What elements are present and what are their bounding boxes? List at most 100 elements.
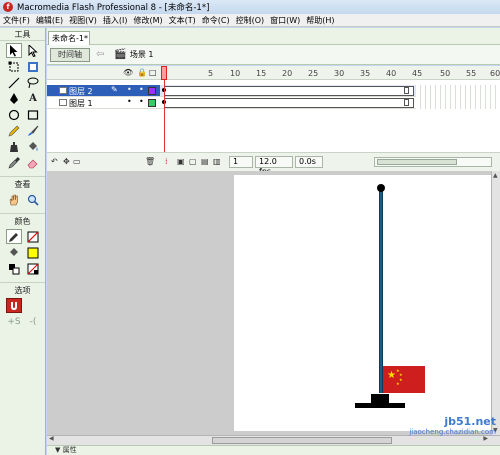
- menu-window[interactable]: 窗口(W): [267, 15, 303, 26]
- swap-colors-icon[interactable]: [25, 261, 41, 276]
- layer-header: 👁 🔒 □: [47, 66, 160, 80]
- flagpole-base-top[interactable]: [371, 394, 389, 403]
- color-tools: [0, 227, 45, 278]
- visibility-dot-icon[interactable]: •: [127, 85, 132, 94]
- onion-skin-icon[interactable]: ▣: [177, 157, 185, 166]
- scene-bar: 时间轴 ⇦ 🎬 场景 1: [47, 45, 500, 65]
- hand-tool-icon[interactable]: [6, 192, 22, 207]
- properties-panel-header[interactable]: ▼ 属性: [47, 445, 500, 455]
- china-flag[interactable]: ★ ★ ★ ★ ★: [383, 366, 425, 393]
- fill-swatch-icon[interactable]: [25, 245, 41, 260]
- menu-help[interactable]: 帮助(H): [303, 15, 337, 26]
- free-transform-icon[interactable]: [6, 59, 22, 74]
- rectangle-tool-icon[interactable]: [25, 107, 41, 122]
- horizontal-scrollbar[interactable]: ◀ ▶: [47, 435, 500, 445]
- stroke-color-icon[interactable]: [6, 229, 22, 244]
- add-folder-icon[interactable]: ▭: [73, 157, 81, 166]
- menu-edit[interactable]: 编辑(E): [33, 15, 66, 26]
- empty-frames[interactable]: [416, 97, 500, 109]
- flash-icon: f: [3, 2, 13, 12]
- visibility-dot-icon[interactable]: •: [127, 97, 132, 106]
- layer-name[interactable]: 图层 2: [69, 86, 93, 97]
- onion-markers-icon[interactable]: ▥: [213, 157, 221, 166]
- onion-outline-icon[interactable]: ▢: [189, 157, 197, 166]
- eraser-icon[interactable]: [25, 155, 41, 170]
- empty-frames[interactable]: [416, 85, 500, 97]
- document-tab-bar: 未命名-1*: [47, 28, 500, 45]
- lock-dot-icon[interactable]: •: [139, 85, 144, 94]
- back-arrow-icon[interactable]: ⇦: [96, 49, 104, 60]
- scroll-left-icon[interactable]: ◀: [49, 435, 54, 442]
- selection-arrow-icon[interactable]: [6, 43, 22, 58]
- ruler-label: 20: [282, 69, 293, 78]
- layer-outline-swatch[interactable]: [148, 99, 156, 107]
- scene-label[interactable]: 场景 1: [130, 49, 154, 60]
- flagpole[interactable]: [379, 187, 383, 393]
- paint-bucket-icon[interactable]: [25, 139, 41, 154]
- flagpole-base-bottom[interactable]: [355, 403, 405, 408]
- menu-control[interactable]: 控制(O): [233, 15, 268, 26]
- edit-multiple-icon[interactable]: ▤: [201, 157, 209, 166]
- scroll-right-icon[interactable]: ▶: [483, 435, 488, 442]
- outline-icon[interactable]: □: [149, 68, 157, 77]
- frames-row-1[interactable]: [160, 97, 500, 109]
- straighten-icon[interactable]: -(: [25, 314, 41, 329]
- lasso-icon[interactable]: [25, 75, 41, 90]
- layer-row-1[interactable]: 图层 1 • •: [47, 97, 160, 109]
- add-layer-icon[interactable]: ↶: [51, 157, 58, 166]
- stage-canvas[interactable]: ★ ★ ★ ★ ★: [234, 175, 500, 431]
- watermark-line-2: jiaocheng.chazidian.com: [409, 428, 496, 436]
- center-frame-icon[interactable]: ⁞: [165, 157, 168, 166]
- watermark: jb51.net jiaocheng.chazidian.com: [409, 415, 496, 436]
- timeline-scroll-thumb[interactable]: [377, 159, 457, 165]
- snap-magnet-icon[interactable]: [6, 298, 22, 313]
- layer-row-2[interactable]: 图层 2 ✎ • •: [47, 85, 160, 97]
- menu-commands[interactable]: 命令(C): [199, 15, 233, 26]
- end-frame[interactable]: [404, 99, 409, 106]
- default-colors-icon[interactable]: [6, 261, 22, 276]
- frame-span[interactable]: [164, 98, 414, 108]
- scroll-up-icon[interactable]: ▲: [493, 172, 498, 179]
- frames-row-2[interactable]: [160, 85, 500, 97]
- frame-rate[interactable]: 12.0 fps: [255, 156, 293, 176]
- flagpole-knob[interactable]: [377, 184, 385, 192]
- tools-header: 工具: [0, 28, 45, 41]
- menu-insert[interactable]: 插入(I): [100, 15, 131, 26]
- document-tab[interactable]: 未命名-1*: [48, 31, 90, 45]
- lock-dot-icon[interactable]: •: [139, 97, 144, 106]
- ink-bottle-icon[interactable]: [6, 139, 22, 154]
- lock-icon[interactable]: 🔒: [137, 68, 147, 77]
- vertical-scrollbar[interactable]: ▲ ▼: [491, 171, 500, 435]
- ruler-label: 55: [466, 69, 477, 78]
- brush-tool-icon[interactable]: [25, 123, 41, 138]
- add-guide-icon[interactable]: ✥: [63, 157, 70, 166]
- timeline-toggle-button[interactable]: 时间轴: [50, 47, 90, 62]
- pencil-tool-icon[interactable]: [6, 123, 22, 138]
- subselection-icon[interactable]: [25, 43, 41, 58]
- frame-ruler[interactable]: 5 10 15 20 25 30 35 40 45 50 55 60: [160, 66, 500, 80]
- delete-layer-icon[interactable]: 🗑: [145, 157, 155, 166]
- layer-outline-swatch[interactable]: [148, 87, 156, 95]
- layer-name[interactable]: 图层 1: [69, 98, 93, 109]
- text-tool-icon[interactable]: A: [25, 91, 41, 106]
- window-title: Macromedia Flash Professional 8 - [未命名-1…: [17, 3, 210, 13]
- oval-tool-icon[interactable]: [6, 107, 22, 122]
- menu-text[interactable]: 文本(T): [166, 15, 199, 26]
- smooth-icon[interactable]: +S: [6, 314, 22, 329]
- zoom-tool-icon[interactable]: [25, 192, 41, 207]
- menu-modify[interactable]: 修改(M): [130, 15, 165, 26]
- menu-view[interactable]: 视图(V): [66, 15, 100, 26]
- horizontal-scroll-thumb[interactable]: [212, 437, 392, 444]
- timeline-scrollbar[interactable]: [374, 157, 492, 167]
- gradient-transform-icon[interactable]: [25, 59, 41, 74]
- stroke-none-swatch-icon[interactable]: [25, 229, 41, 244]
- frame-span[interactable]: [164, 86, 414, 96]
- fill-color-icon[interactable]: [6, 245, 22, 260]
- playhead[interactable]: [161, 66, 167, 80]
- line-tool-icon[interactable]: [6, 75, 22, 90]
- eyedropper-icon[interactable]: [6, 155, 22, 170]
- pen-tool-icon[interactable]: [6, 91, 22, 106]
- menu-file[interactable]: 文件(F): [0, 15, 33, 26]
- end-frame[interactable]: [404, 87, 409, 94]
- eye-icon[interactable]: 👁: [123, 68, 133, 77]
